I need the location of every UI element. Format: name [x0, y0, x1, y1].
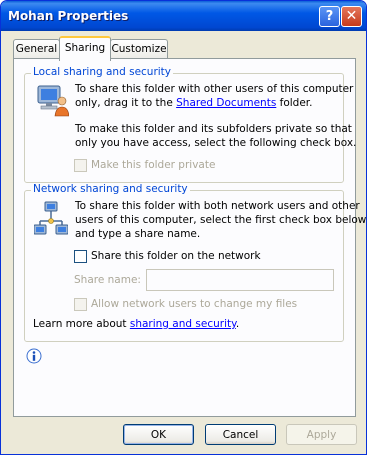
sharing-security-link[interactable]: sharing and security [130, 318, 236, 330]
network-text-line1: To share this folder with both network u… [75, 200, 360, 212]
title-bar[interactable]: Mohan Properties ? ✕ [1, 1, 366, 31]
learn-more-text: Learn more about sharing and security. [33, 318, 239, 331]
local-text-line2-pre: only, drag it to the [75, 97, 177, 109]
shared-documents-link[interactable]: Shared Documents [176, 97, 276, 109]
private-text-line2: only you have access, select the followi… [75, 137, 357, 149]
ok-button[interactable]: OK [123, 424, 194, 445]
sharing-panel: Local sharing and security To share this… [13, 58, 366, 417]
make-private-label: Make this folder private [91, 159, 216, 171]
private-text-line1: To make this folder and its subfolders p… [75, 123, 352, 135]
share-folder-label: Share this folder on the network [91, 250, 261, 262]
network-text-line2: users of this computer, select the first… [75, 214, 367, 226]
properties-dialog: Mohan Properties ? ✕ General Sharing Cus… [0, 0, 367, 455]
local-sharing-group: Local sharing and security To share this… [24, 66, 356, 183]
close-button[interactable]: ✕ [341, 6, 362, 27]
allow-change-label: Allow network users to change my files [91, 298, 298, 310]
tab-sharing[interactable]: Sharing [59, 36, 111, 61]
learn-more-pre: Learn more about [33, 318, 130, 330]
cancel-button[interactable]: Cancel [205, 424, 276, 445]
share-folder-checkbox[interactable] [74, 250, 87, 263]
apply-button[interactable]: Apply [286, 424, 357, 445]
network-icon [34, 201, 68, 235]
network-text-line3: and type a share name. [75, 228, 201, 240]
tab-general[interactable]: General [13, 39, 60, 59]
network-sharing-legend: Network sharing and security [31, 183, 190, 195]
info-icon [26, 348, 42, 364]
local-text-line2-post: folder. [276, 97, 313, 109]
tab-customize[interactable]: Customize [110, 39, 168, 59]
allow-change-checkbox[interactable] [74, 298, 87, 311]
local-text-line2: only, drag it to the Shared Documents fo… [75, 97, 313, 110]
local-text-line1: To share this folder with other users of… [75, 83, 354, 95]
share-name-input[interactable] [146, 269, 334, 291]
network-sharing-group: Network sharing and security To share th… [24, 183, 366, 342]
computer-user-icon [37, 85, 69, 117]
learn-more-post: . [235, 318, 240, 330]
help-button[interactable]: ? [319, 6, 340, 27]
window-title: Mohan Properties [8, 9, 129, 23]
make-private-checkbox[interactable] [74, 159, 87, 172]
share-name-label: Share name: [74, 274, 141, 286]
local-sharing-legend: Local sharing and security [31, 66, 174, 78]
